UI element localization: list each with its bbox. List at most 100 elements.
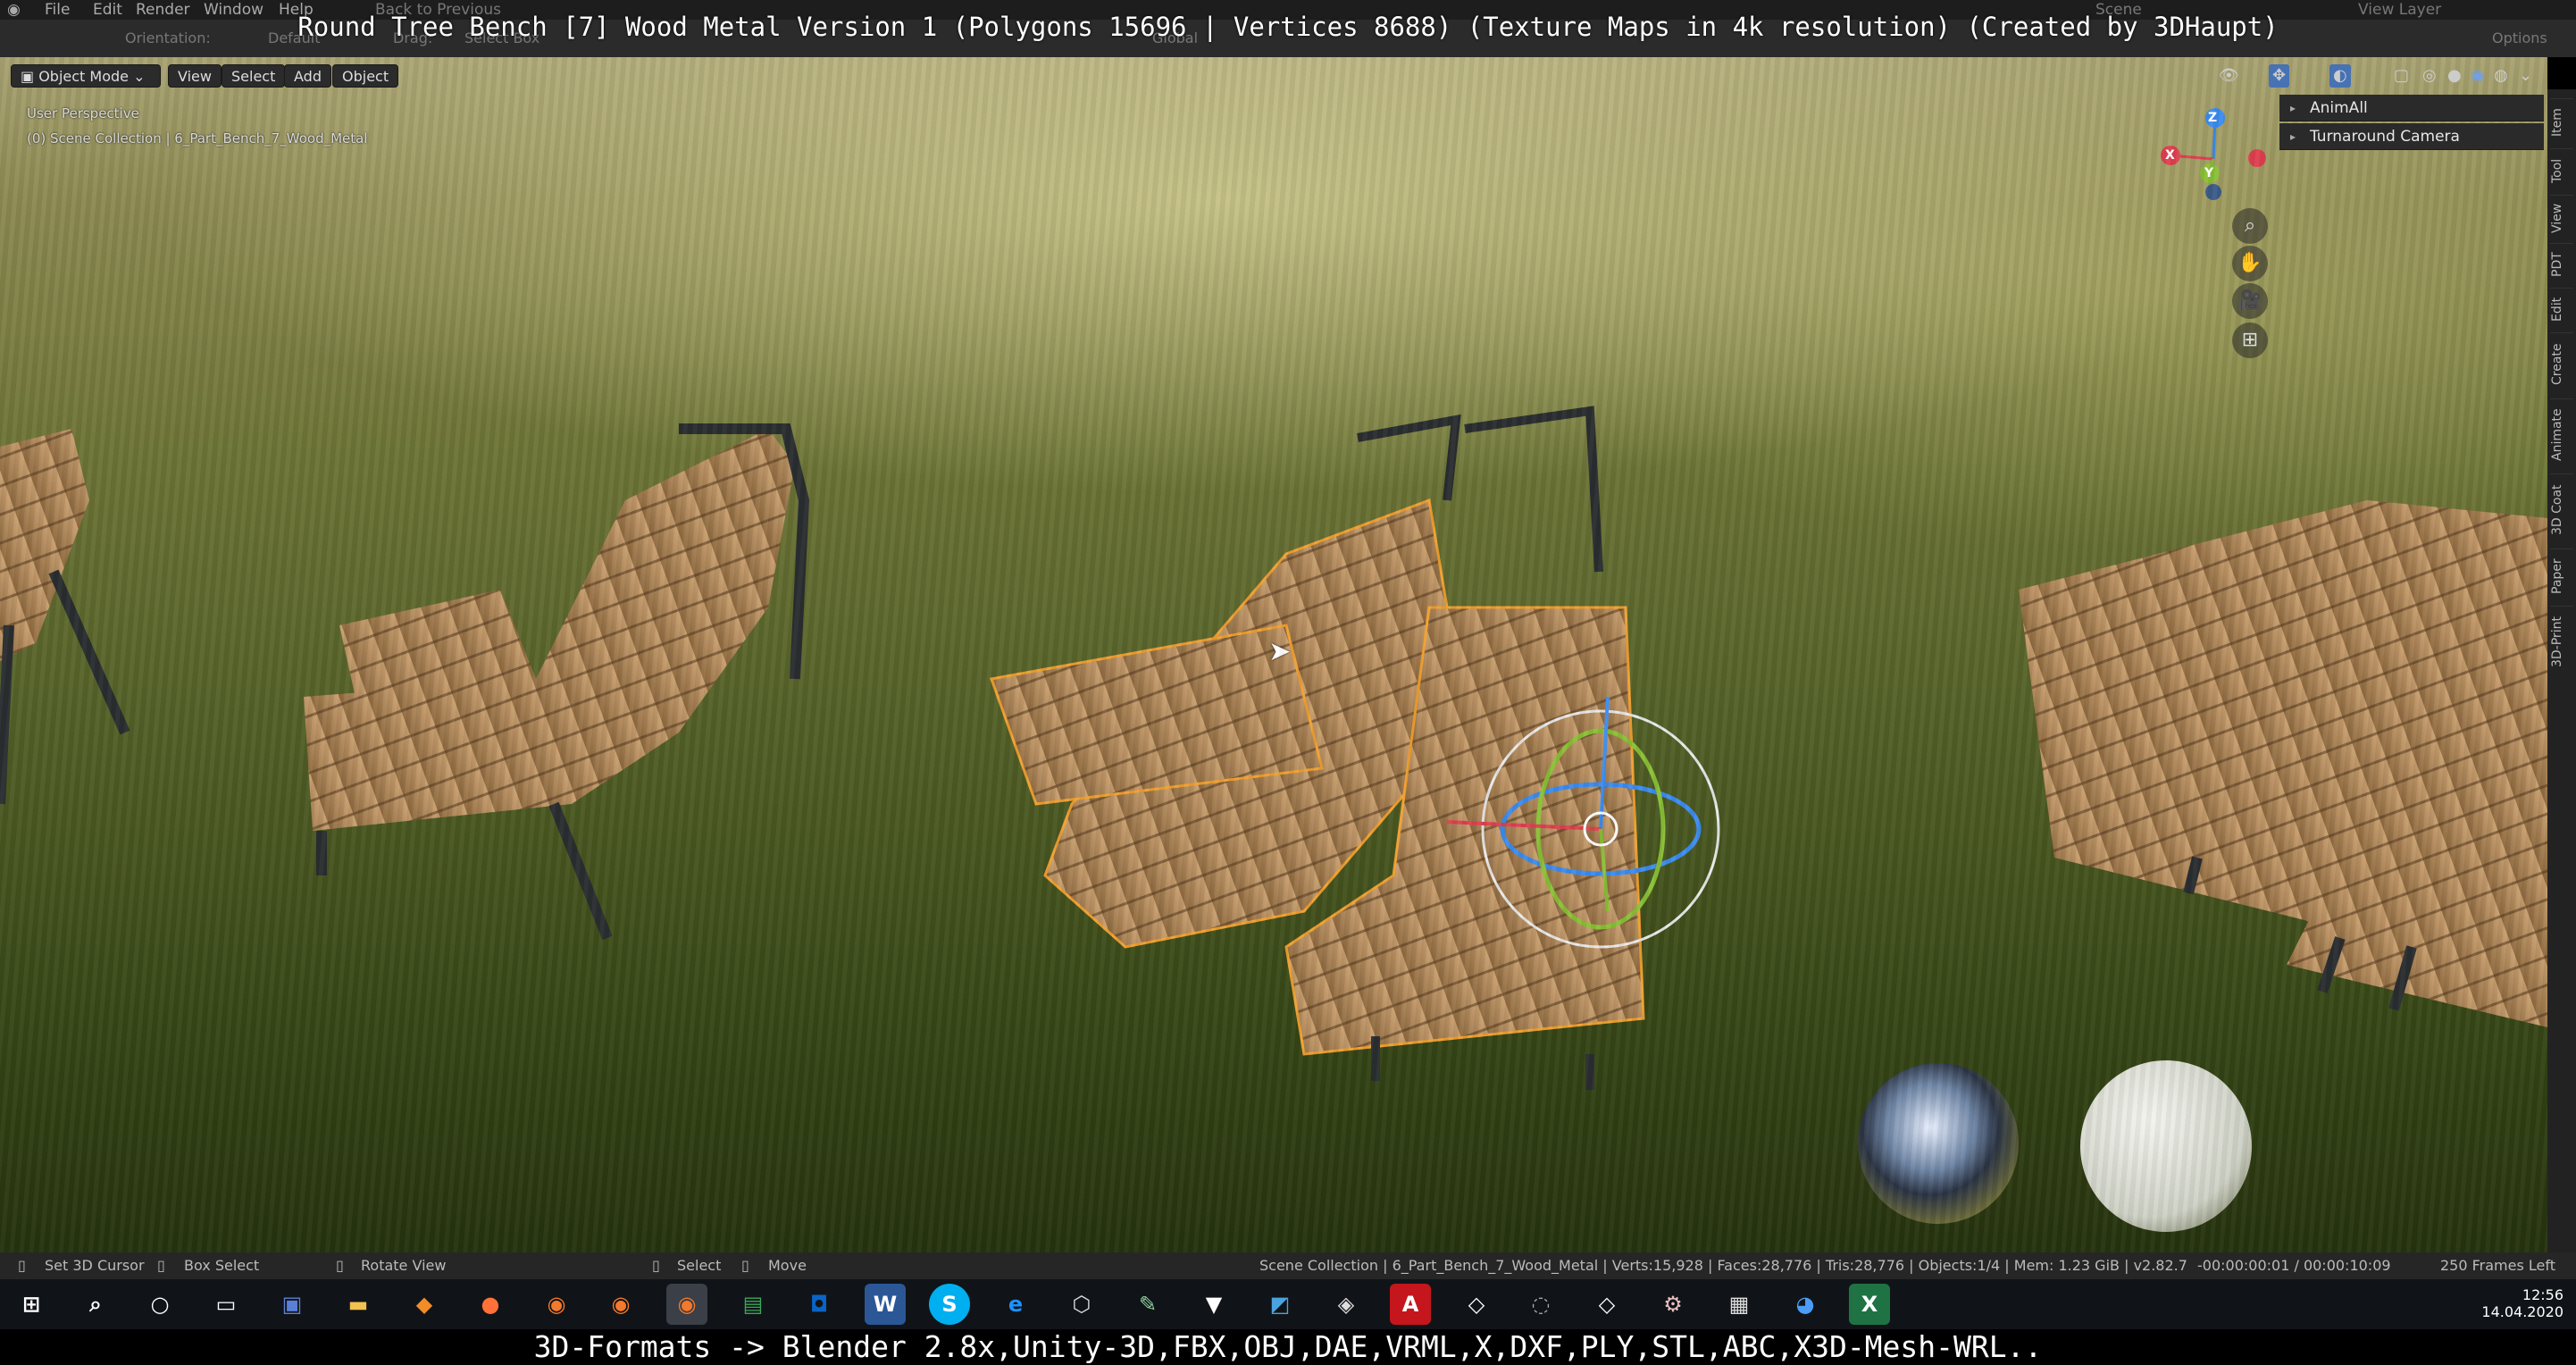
maps-icon[interactable]: ◕	[1785, 1284, 1826, 1325]
bench-selected	[989, 406, 1645, 1090]
pen-tool-icon[interactable]: ✎	[1127, 1284, 1168, 1325]
acrobat-icon[interactable]: A	[1390, 1284, 1431, 1325]
video-title-overlay: Round Tree Bench [7] Wood Metal Version …	[297, 12, 2279, 42]
visibility-icon[interactable]: 👁	[2219, 64, 2239, 88]
panel-animall[interactable]: ▸ AnimAll	[2279, 95, 2544, 121]
scene-render	[0, 108, 2547, 1232]
chevron-right-icon: ▸	[2290, 130, 2296, 143]
status-move: Move	[768, 1257, 807, 1274]
gizmo-x-label[interactable]: X	[2165, 148, 2175, 163]
mouse-middle-icon: ▯	[336, 1257, 344, 1274]
tab-3d-print[interactable]: 3D-Print	[2550, 606, 2573, 678]
unity-icon[interactable]: ◇	[1586, 1284, 1627, 1325]
status-set-3d-cursor: Set 3D Cursor	[45, 1257, 145, 1274]
excel-letter: X	[1861, 1292, 1878, 1317]
tab-item[interactable]: Item	[2550, 98, 2573, 146]
tab-edit[interactable]: Edit	[2550, 288, 2573, 330]
windows-start-icon[interactable]: ⊞	[11, 1284, 52, 1325]
skype-letter: S	[941, 1292, 958, 1317]
collection-info-label: (0) Scene Collection | 6_Part_Bench_7_Wo…	[27, 130, 368, 147]
gizmo-y-label[interactable]: Y	[2204, 166, 2213, 180]
unity-icon[interactable]: ◇	[1456, 1284, 1497, 1325]
view-menu[interactable]: View	[168, 64, 222, 88]
photo-app-icon[interactable]: ◩	[1259, 1284, 1301, 1325]
hdri-chrome-sphere	[1858, 1063, 2019, 1224]
mode-selector[interactable]: ▣ Object Mode ⌄	[11, 64, 161, 88]
rendered-shading-icon[interactable]: ◍	[2494, 64, 2508, 88]
tab-view[interactable]: View	[2550, 195, 2573, 240]
xray-icon[interactable]: ▢	[2394, 64, 2409, 88]
pan-hand-icon[interactable]: ✋	[2232, 246, 2268, 281]
calculator-icon[interactable]: ▦	[1719, 1284, 1760, 1325]
select-menu[interactable]: Select	[222, 64, 286, 88]
chevron-right-icon: ▸	[2290, 102, 2296, 114]
camera-view-icon[interactable]: 🎥	[2232, 283, 2268, 319]
transform-gizmo	[1446, 696, 1720, 949]
sheets-icon[interactable]: ▤	[732, 1284, 774, 1325]
overlay-toggle-icon[interactable]: ◐	[2329, 64, 2351, 88]
tab-paper[interactable]: Paper	[2550, 549, 2573, 603]
cortana-icon[interactable]: ○	[139, 1284, 180, 1325]
system-clock[interactable]: 12:56 14.04.2020	[2465, 1279, 2563, 1329]
status-select: Select	[677, 1257, 722, 1274]
chevron-down-icon[interactable]: ⌄	[2519, 64, 2532, 88]
material-shading-icon[interactable]: ◉	[2471, 64, 2485, 88]
status-rotate-view: Rotate View	[361, 1257, 447, 1274]
file-explorer-icon[interactable]: ▬	[338, 1284, 379, 1325]
mouse-drag-icon: ▯	[741, 1257, 749, 1274]
inkscape-icon[interactable]: ◈	[1326, 1284, 1367, 1325]
acrobat-letter: A	[1401, 1292, 1419, 1317]
tab-animate[interactable]: Animate	[2550, 398, 2573, 471]
frames-left: 250 Frames Left	[2440, 1257, 2555, 1274]
gizmo-toggle-icon[interactable]: ✥	[2269, 64, 2290, 88]
gizmo-z-label[interactable]: Z	[2208, 111, 2217, 125]
search-icon[interactable]: ⌕	[75, 1284, 116, 1325]
zoom-icon[interactable]: ⌕	[2232, 208, 2268, 244]
object-menu[interactable]: Object	[332, 64, 399, 88]
tab-create[interactable]: Create	[2550, 332, 2573, 396]
tab-tool[interactable]: Tool	[2550, 148, 2573, 192]
vectr-icon[interactable]: ▼	[1193, 1284, 1234, 1325]
view-perspective-label: User Perspective	[27, 105, 139, 121]
3d-viewport[interactable]: ➤	[0, 57, 2547, 1252]
perspective-toggle-icon[interactable]: ⊞	[2232, 322, 2268, 358]
solid-shading-icon[interactable]: ●	[2447, 64, 2462, 88]
tab-3d-coat[interactable]: 3D Coat	[2550, 473, 2573, 546]
3d-box-icon[interactable]: ⬡	[1061, 1284, 1102, 1325]
status-box-select: Box Select	[184, 1257, 260, 1274]
blender-icon[interactable]: ◉	[600, 1284, 641, 1325]
mouse-right-icon: ▯	[157, 1257, 165, 1274]
panel-turnaround-camera[interactable]: ▸ Turnaround Camera	[2279, 123, 2544, 150]
skype-icon[interactable]: S	[929, 1284, 970, 1325]
mouse-pointer-icon: ➤	[1268, 636, 1292, 667]
bench-right	[2019, 500, 2547, 1027]
tool-app-icon[interactable]: ⚙	[1652, 1284, 1694, 1325]
word-letter: W	[873, 1292, 898, 1317]
object-mode-icon: ▣	[21, 68, 39, 85]
bench-left	[304, 423, 810, 941]
flame-app-icon[interactable]: ◆	[404, 1284, 445, 1325]
tab-pdt[interactable]: PDT	[2550, 243, 2573, 285]
blender-active-icon[interactable]: ◉	[666, 1284, 707, 1325]
firefox-icon[interactable]: ●	[470, 1284, 511, 1325]
panel-label: AnimAll	[2310, 99, 2368, 117]
save-disk-icon[interactable]: ▣	[272, 1284, 313, 1325]
add-menu[interactable]: Add	[284, 64, 331, 88]
blender-icon[interactable]: ◉	[536, 1284, 577, 1325]
mouse-left-icon: ▯	[18, 1257, 26, 1274]
clock-time: 12:56	[2522, 1286, 2563, 1303]
timecode: -00:00:00:01 / 00:00:10:09	[2197, 1257, 2391, 1274]
task-view-icon[interactable]: ▭	[205, 1284, 247, 1325]
wireframe-shading-icon[interactable]: ◎	[2422, 64, 2437, 88]
mode-label: Object Mode	[38, 68, 129, 85]
status-bar: ▯ Set 3D Cursor ▯ Box Select ▯ Rotate Vi…	[0, 1252, 2576, 1279]
panel-label: Turnaround Camera	[2310, 128, 2460, 146]
bench-left-partial	[0, 429, 130, 805]
unity-hub-icon[interactable]: ◌	[1520, 1284, 1561, 1325]
excel-icon[interactable]: X	[1849, 1284, 1890, 1325]
hdri-diffuse-sphere	[2080, 1060, 2252, 1232]
edge-icon[interactable]: e	[995, 1284, 1036, 1325]
outlook-icon[interactable]: ◘	[799, 1284, 840, 1325]
word-icon[interactable]: W	[865, 1284, 906, 1325]
viewport-shading-controls: 👁 ✥ ◐ ▢ ◎ ● ◉ ◍ ⌄	[2219, 64, 2540, 88]
